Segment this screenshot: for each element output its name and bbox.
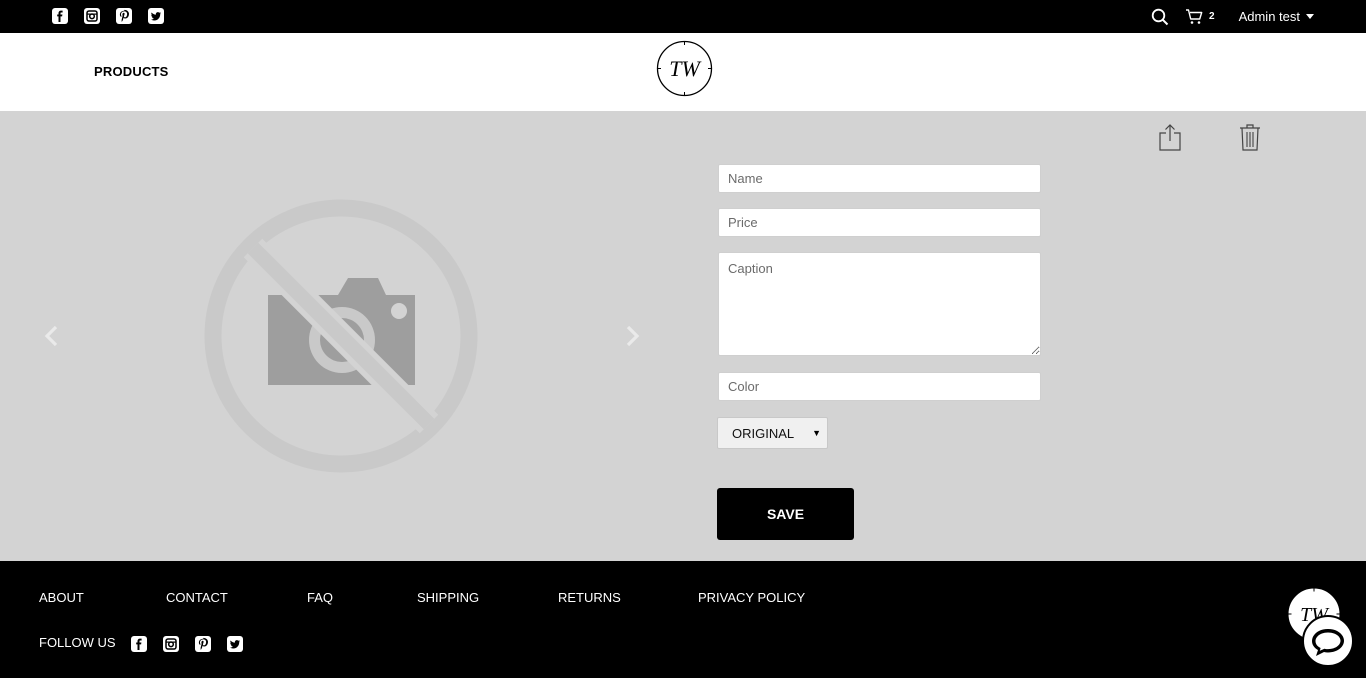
instagram-icon[interactable] xyxy=(163,636,179,652)
instagram-icon[interactable] xyxy=(84,8,100,24)
select-arrow-icon: ▼ xyxy=(812,428,821,438)
save-button[interactable]: SAVE xyxy=(717,488,854,540)
user-menu[interactable]: Admin test xyxy=(1239,9,1314,24)
footer-link-about[interactable]: ABOUT xyxy=(39,590,84,605)
top-right-controls: 2 Admin test xyxy=(1151,0,1314,33)
chat-bubble-icon xyxy=(1312,629,1344,656)
footer-link-contact[interactable]: CONTACT xyxy=(166,590,228,605)
carousel-prev-arrow-icon[interactable] xyxy=(42,324,62,348)
footer-social-links xyxy=(131,636,243,652)
trash-icon[interactable] xyxy=(1239,123,1261,151)
follow-us-label: FOLLOW US xyxy=(39,635,116,650)
variant-select[interactable]: ORIGINAL ▼ xyxy=(717,417,828,449)
twitter-icon[interactable] xyxy=(227,636,243,652)
product-color-input[interactable] xyxy=(718,372,1041,401)
pinterest-icon[interactable] xyxy=(116,8,132,24)
cart-count-badge: 2 xyxy=(1209,11,1215,22)
site-header: PRODUCTS TW xyxy=(0,33,1366,111)
facebook-icon[interactable] xyxy=(52,8,68,24)
pinterest-icon[interactable] xyxy=(195,636,211,652)
site-footer: ABOUT CONTACT FAQ SHIPPING RETURNS PRIVA… xyxy=(0,561,1366,678)
product-name-input[interactable] xyxy=(718,164,1041,193)
footer-link-faq[interactable]: FAQ xyxy=(307,590,333,605)
top-bar: 2 Admin test xyxy=(0,0,1366,33)
site-logo[interactable]: TW xyxy=(656,40,713,97)
facebook-icon[interactable] xyxy=(131,636,147,652)
twitter-icon[interactable] xyxy=(148,8,164,24)
top-social-links xyxy=(52,8,164,24)
chevron-down-icon xyxy=(1306,14,1314,19)
carousel-next-arrow-icon[interactable] xyxy=(622,324,642,348)
product-caption-textarea[interactable] xyxy=(718,252,1041,356)
user-name: Admin test xyxy=(1238,9,1300,24)
cart-icon[interactable] xyxy=(1185,8,1203,25)
logo-text: TW xyxy=(669,56,701,81)
footer-link-privacy-policy[interactable]: PRIVACY POLICY xyxy=(698,590,805,605)
chat-button[interactable] xyxy=(1302,615,1354,667)
variant-select-value: ORIGINAL xyxy=(732,425,795,441)
footer-link-returns[interactable]: RETURNS xyxy=(558,590,621,605)
search-icon[interactable] xyxy=(1151,8,1169,26)
nav-products-link[interactable]: PRODUCTS xyxy=(94,64,169,79)
footer-link-shipping[interactable]: SHIPPING xyxy=(417,590,479,605)
product-editor: ORIGINAL ▼ SAVE xyxy=(0,111,1366,561)
share-icon[interactable] xyxy=(1158,123,1182,151)
no-image-placeholder-icon xyxy=(204,199,478,473)
product-price-input[interactable] xyxy=(718,208,1041,237)
